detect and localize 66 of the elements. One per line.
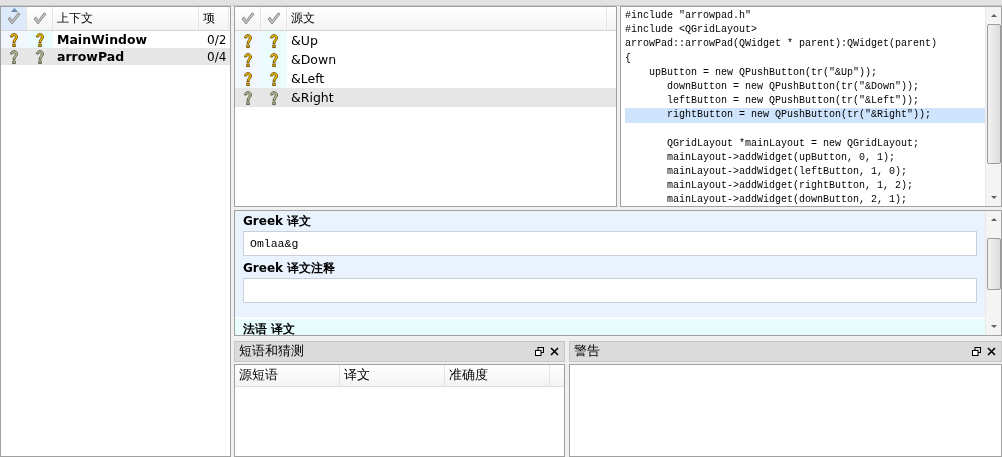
code-line: #include "arrowpad.h" — [625, 9, 753, 23]
source-text: &Up — [290, 33, 318, 48]
field-label: Greek 译文注释 — [243, 260, 337, 276]
list-row[interactable]: &Left — [235, 69, 616, 88]
column-header[interactable]: 项 — [199, 7, 229, 30]
question-mark-icon — [9, 48, 19, 65]
list-row[interactable]: &Up — [235, 31, 616, 50]
code-line: mainLayout->addWidget(downButton, 2, 1); — [666, 193, 909, 206]
sort-arrow-icon — [11, 8, 18, 12]
question-mark-icon — [269, 51, 279, 68]
list-row[interactable]: &Right — [235, 88, 616, 107]
item-count: 0/2 — [206, 32, 227, 47]
code-line: leftButton = new QPushButton(tr("&Left")); — [666, 94, 921, 109]
checkmark-icon — [239, 11, 256, 26]
column-header[interactable]: 源短语 — [235, 365, 340, 386]
column-header[interactable]: 上下文 — [53, 7, 199, 30]
field-label: 法语 译文 — [243, 321, 297, 335]
code-line: upButton = new QPushButton(tr("&Up")); — [648, 65, 879, 80]
question-mark-icon — [243, 51, 253, 68]
column-header[interactable] — [1, 7, 27, 30]
question-mark-icon — [243, 89, 253, 106]
dock-title: 短语和猜测 — [239, 343, 305, 360]
code-line: mainLayout->addWidget(leftButton, 1, 0); — [666, 165, 909, 180]
code-line: mainLayout->addWidget(upButton, 0, 1); — [666, 150, 897, 165]
input-field[interactable]: Omlaa&g — [243, 231, 977, 256]
source-text: &Down — [290, 52, 337, 67]
question-mark-icon — [269, 32, 279, 49]
question-mark-icon — [243, 32, 253, 49]
input-field[interactable] — [243, 278, 977, 303]
close-button[interactable] — [986, 347, 997, 356]
restore-icon — [535, 347, 544, 356]
checkmark-icon — [265, 11, 282, 26]
close-icon — [550, 347, 559, 356]
context-name: MainWindow — [56, 32, 149, 47]
question-mark-icon — [9, 31, 19, 48]
list-row[interactable]: &Down — [235, 50, 616, 69]
question-mark-icon — [269, 89, 279, 106]
field-label: Greek 译文 — [243, 213, 313, 229]
scrollbar[interactable] — [985, 211, 1001, 335]
context-name: arrowPad — [56, 49, 126, 64]
question-mark-icon — [269, 70, 279, 87]
code-line: #include <QGridLayout> — [625, 23, 759, 38]
close-icon — [987, 347, 996, 356]
list-row[interactable]: arrowPad 0/4 — [1, 48, 230, 65]
code-line: { — [625, 51, 632, 66]
question-mark-icon — [35, 48, 45, 65]
column-header[interactable]: 准确度 — [445, 365, 550, 386]
checkmark-icon — [5, 11, 22, 26]
float-button[interactable] — [971, 347, 982, 356]
close-button[interactable] — [549, 347, 560, 356]
dock-title: 警告 — [574, 343, 601, 360]
scrollbar[interactable] — [985, 7, 1001, 206]
item-count: 0/4 — [206, 49, 227, 64]
column-header[interactable]: 译文 — [340, 365, 445, 386]
code-line: arrowPad::arrowPad(QWidget * parent):QWidget(parent) — [625, 37, 939, 52]
source-text: &Left — [290, 71, 325, 86]
question-mark-icon — [243, 70, 253, 87]
code-line: QGridLayout *mainLayout = new QGridLayout; — [666, 136, 921, 151]
restore-icon — [972, 347, 981, 356]
list-row[interactable]: MainWindow 0/2 — [1, 31, 230, 48]
float-button[interactable] — [534, 347, 545, 356]
checkmark-icon — [31, 11, 48, 26]
source-text: &Right — [290, 90, 334, 105]
question-mark-icon — [35, 31, 45, 48]
code-line: downButton = new QPushButton(tr("&Down")); — [666, 79, 921, 94]
code-line: mainLayout->addWidget(rightButton, 1, 2); — [666, 179, 915, 194]
